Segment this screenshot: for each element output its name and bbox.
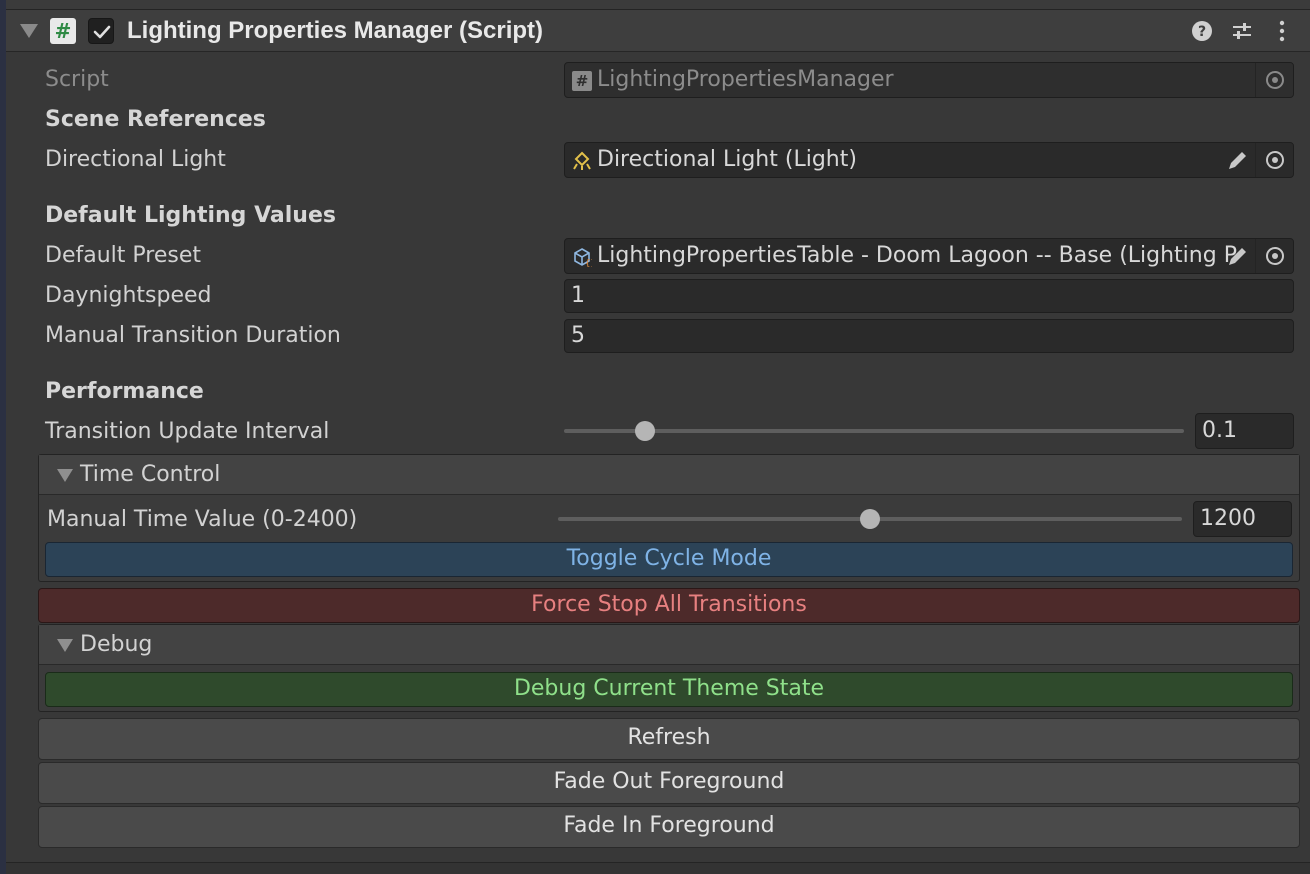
daynightspeed-label: Daynightspeed	[45, 283, 212, 308]
script-object-picker	[1255, 63, 1293, 97]
svg-text:?: ?	[1198, 24, 1206, 40]
directional-light-object-picker[interactable]	[1255, 143, 1293, 177]
help-icon[interactable]: ?	[1190, 19, 1214, 43]
scene-references-heading: Scene References	[45, 107, 266, 132]
transition-interval-slider-thumb[interactable]	[634, 421, 655, 441]
transition-interval-slider-track[interactable]	[564, 429, 1184, 433]
script-hash-icon: #	[50, 18, 76, 44]
component-header[interactable]: # Lighting Properties Manager (Script) ?	[6, 10, 1310, 52]
script-field: # LightingPropertiesManager	[564, 62, 1294, 98]
object-picker-icon	[1266, 247, 1284, 265]
debug-foldout-header[interactable]: Debug	[39, 625, 1299, 665]
next-component-edge	[6, 862, 1310, 874]
default-lighting-values-heading: Default Lighting Values	[45, 203, 336, 228]
default-preset-field[interactable]: {} LightingPropertiesTable - Doom Lagoon…	[564, 238, 1294, 274]
component-enable-checkbox[interactable]	[88, 18, 114, 44]
manual-time-slider-thumb[interactable]	[860, 509, 880, 529]
object-picker-icon	[1266, 151, 1284, 169]
manual-time-value-input[interactable]: 1200	[1193, 501, 1292, 537]
default-preset-label: Default Preset	[45, 243, 201, 268]
foldout-arrow-icon[interactable]	[20, 24, 38, 38]
script-field-value: LightingPropertiesManager	[597, 67, 894, 92]
default-preset-object-picker[interactable]	[1255, 239, 1293, 273]
script-label: Script	[45, 67, 109, 92]
edit-pencil-icon[interactable]	[1225, 245, 1249, 269]
previous-component-edge	[6, 0, 1310, 10]
directional-light-value: Directional Light (Light)	[597, 147, 857, 172]
directional-light-icon	[573, 151, 591, 170]
time-control-title: Time Control	[80, 462, 221, 487]
daynightspeed-input[interactable]: 1	[564, 279, 1294, 313]
presets-sliders-icon[interactable]	[1230, 19, 1254, 43]
manual-time-value-label: Manual Time Value (0-2400)	[47, 507, 358, 532]
default-preset-value: LightingPropertiesTable - Doom Lagoon --…	[597, 243, 1237, 268]
transition-interval-value-input[interactable]: 0.1	[1195, 413, 1294, 449]
directional-light-field[interactable]: Directional Light (Light)	[564, 142, 1294, 178]
force-stop-all-transitions-button[interactable]: Force Stop All Transitions	[38, 588, 1300, 623]
time-control-foldout-header[interactable]: Time Control	[39, 455, 1299, 495]
kebab-menu-icon[interactable]	[1270, 19, 1294, 43]
debug-title: Debug	[80, 632, 153, 657]
toggle-cycle-mode-button[interactable]: Toggle Cycle Mode	[45, 542, 1293, 577]
edit-pencil-icon[interactable]	[1225, 149, 1249, 173]
manual-transition-duration-input[interactable]: 5	[564, 319, 1294, 353]
fade-in-foreground-button[interactable]: Fade In Foreground	[38, 806, 1300, 848]
inspector-left-edge	[0, 0, 6, 874]
refresh-button[interactable]: Refresh	[38, 718, 1300, 760]
svg-text:{}: {}	[585, 259, 592, 267]
directional-light-label: Directional Light	[45, 147, 226, 172]
scriptable-object-icon: {}	[574, 248, 592, 267]
foldout-arrow-icon[interactable]	[57, 469, 73, 482]
performance-heading: Performance	[45, 379, 204, 404]
checkmark-icon	[93, 25, 111, 39]
debug-current-theme-state-button[interactable]: Debug Current Theme State	[45, 672, 1293, 707]
fade-out-foreground-button[interactable]: Fade Out Foreground	[38, 762, 1300, 804]
component-title: Lighting Properties Manager (Script)	[127, 17, 544, 44]
transition-update-interval-label: Transition Update Interval	[45, 419, 330, 444]
script-hash-small-icon: #	[572, 71, 592, 91]
manual-transition-duration-label: Manual Transition Duration	[45, 323, 341, 348]
object-picker-icon	[1266, 71, 1284, 89]
foldout-arrow-icon[interactable]	[57, 639, 73, 652]
